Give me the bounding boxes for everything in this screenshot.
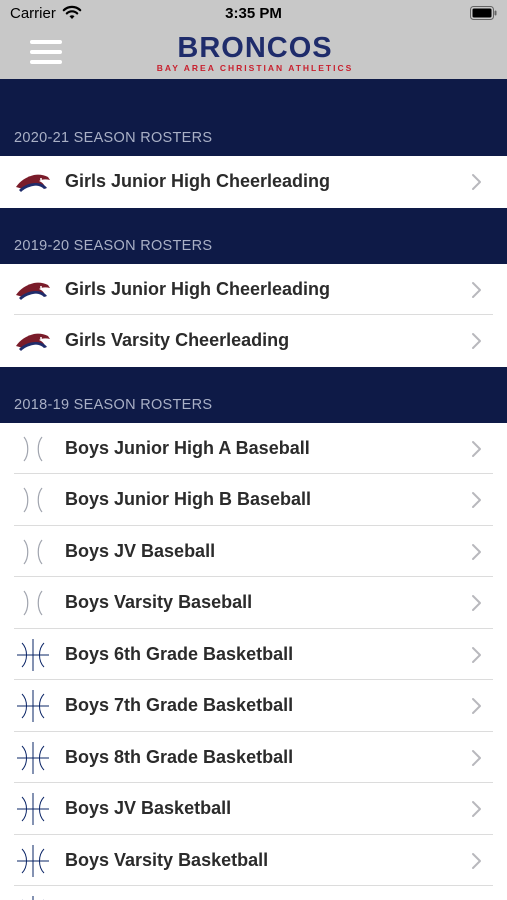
bronco-horse-icon	[14, 273, 52, 307]
nav-bar: BRONCOS BAY AREA CHRISTIAN ATHLETICS	[0, 28, 507, 79]
section-title: 2019-20 SEASON ROSTERS	[14, 237, 213, 254]
roster-row[interactable]: Girls Junior High Cheerleading	[0, 156, 507, 208]
chevron-right-icon	[471, 749, 483, 767]
chevron-right-icon	[471, 646, 483, 664]
roster-list: 2020-21 SEASON ROSTERS Girls Junior High …	[0, 79, 507, 900]
roster-name: Boys 8th Grade Basketball	[65, 746, 294, 767]
roster-name: Boys Varsity Basketball	[65, 849, 269, 870]
chevron-right-icon	[471, 697, 483, 715]
roster-row[interactable]	[0, 886, 507, 900]
bronco-horse-icon	[14, 165, 52, 199]
hamburger-menu-icon[interactable]	[30, 40, 62, 66]
bronco-horse-icon	[14, 324, 52, 358]
logo-title: BRONCOS	[177, 32, 333, 64]
roster-row[interactable]: Boys JV Basketball	[0, 783, 507, 835]
chevron-right-icon	[471, 800, 483, 818]
roster-name: Girls Junior High Cheerleading	[65, 171, 331, 191]
roster-row[interactable]: Boys Varsity Basketball	[0, 834, 507, 886]
logo-subtitle: BAY AREA CHRISTIAN ATHLETICS	[156, 63, 354, 73]
basketball-icon	[14, 741, 52, 775]
section-header: 2019-20 SEASON ROSTERS	[0, 207, 507, 264]
roster-row[interactable]: Boys 8th Grade Basketball	[0, 731, 507, 783]
status-bar: Carrier 3:35 PM	[0, 0, 507, 28]
basketball-icon	[14, 792, 52, 826]
roster-name: Boys 7th Grade Basketball	[65, 695, 294, 715]
basketball-icon	[14, 689, 52, 723]
roster-row[interactable]: Boys Junior High B Baseball	[0, 474, 507, 526]
section-header: 2020-21 SEASON ROSTERS	[0, 79, 507, 156]
roster-name: Girls Varsity Cheerleading	[65, 330, 290, 350]
roster-row[interactable]: Boys JV Baseball	[0, 525, 507, 577]
basketball-icon	[14, 638, 52, 672]
broncos-logo: BRONCOS BAY AREA CHRISTIAN ATHLETICS	[150, 33, 360, 73]
roster-name: Boys Junior High A Baseball	[65, 437, 310, 458]
basketball-icon	[14, 844, 52, 878]
baseball-icon	[14, 483, 52, 517]
chevron-right-icon	[471, 594, 483, 612]
roster-row[interactable]: Girls Varsity Cheerleading	[0, 315, 507, 367]
baseball-icon	[14, 535, 52, 569]
roster-row[interactable]: Boys 6th Grade Basketball	[0, 628, 507, 680]
chevron-right-icon	[471, 281, 483, 299]
roster-name: Boys JV Baseball	[65, 540, 216, 561]
chevron-right-icon	[471, 332, 483, 350]
section-header: 2018-19 SEASON ROSTERS	[0, 366, 507, 423]
roster-row[interactable]: Boys 7th Grade Basketball	[0, 680, 507, 732]
roster-row[interactable]: Boys Junior High A Baseball	[0, 422, 507, 474]
roster-name: Boys Junior High B Baseball	[65, 489, 312, 509]
basketball-icon	[14, 895, 52, 900]
chevron-right-icon	[471, 440, 483, 458]
chevron-right-icon	[471, 173, 483, 191]
chevron-right-icon	[471, 491, 483, 509]
roster-name: Boys 6th Grade Basketball	[65, 643, 294, 664]
battery-icon	[470, 6, 497, 20]
roster-name: Girls Junior High Cheerleading	[65, 278, 331, 299]
section-title: 2020-21 SEASON ROSTERS	[14, 130, 213, 146]
section-title: 2018-19 SEASON ROSTERS	[14, 396, 213, 413]
roster-name: Boys Varsity Baseball	[65, 592, 253, 612]
roster-row[interactable]: Boys Varsity Baseball	[0, 577, 507, 629]
baseball-icon	[14, 432, 52, 466]
baseball-icon	[14, 586, 52, 620]
roster-row[interactable]: Girls Junior High Cheerleading	[0, 263, 507, 315]
status-time: 3:35 PM	[225, 5, 282, 22]
chevron-right-icon	[471, 852, 483, 870]
roster-name: Boys JV Basketball	[65, 798, 232, 818]
chevron-right-icon	[471, 543, 483, 561]
